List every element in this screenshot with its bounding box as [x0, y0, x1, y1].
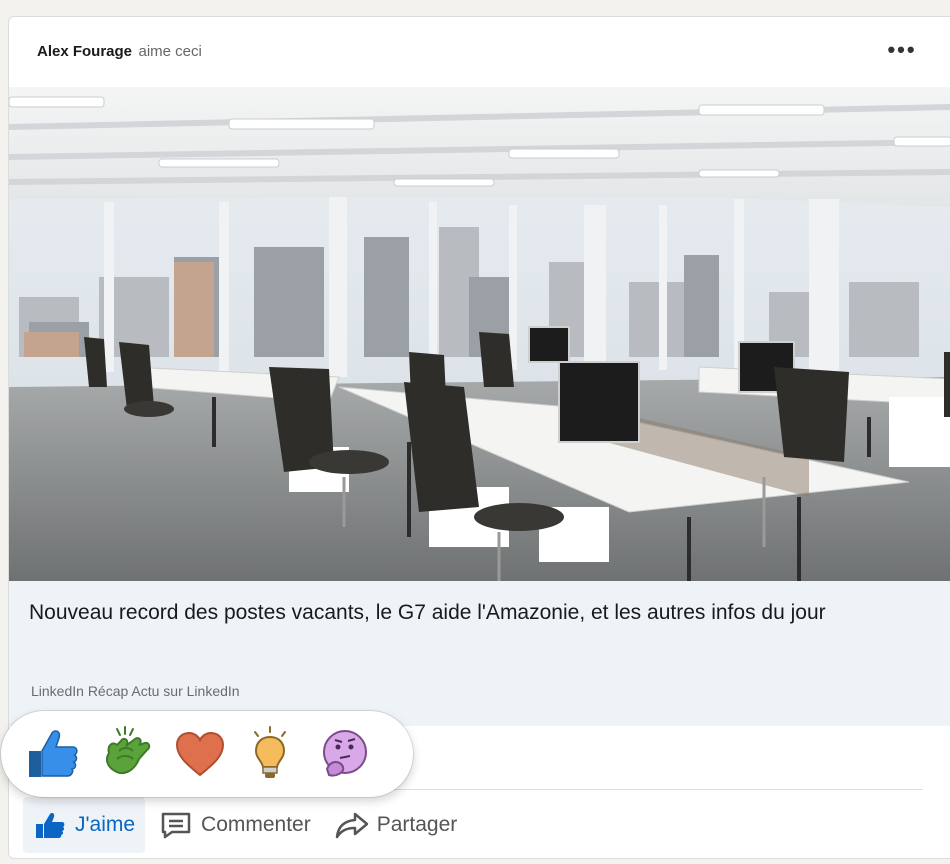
actor-name[interactable]: Alex Fourage: [37, 43, 132, 60]
reaction-curious[interactable]: [315, 725, 373, 783]
actor-verb: aime ceci: [138, 43, 202, 60]
comment-button[interactable]: Commenter: [149, 797, 321, 853]
comment-icon: [159, 810, 193, 840]
reaction-insightful[interactable]: [241, 725, 299, 783]
article-title[interactable]: Nouveau record des postes vacants, le G7…: [29, 597, 909, 628]
like-label: J'aime: [75, 813, 136, 836]
social-context: Alex Fourage aime ceci: [37, 43, 202, 61]
reaction-love[interactable]: [171, 725, 229, 783]
more-options-button[interactable]: •••: [877, 35, 927, 69]
article-preview[interactable]: Nouveau record des postes vacants, le G7…: [9, 581, 950, 726]
thinking-face-icon: [323, 730, 367, 777]
share-button[interactable]: Partager: [325, 797, 468, 853]
thumbs-up-icon: [33, 810, 67, 840]
article-image[interactable]: [9, 87, 950, 581]
light-bulb-icon: [254, 726, 286, 778]
reaction-like[interactable]: [23, 725, 81, 783]
share-arrow-icon: [335, 810, 369, 840]
article-source: LinkedIn Récap Actu sur LinkedIn: [31, 683, 240, 699]
post-header: Alex Fourage aime ceci •••: [9, 17, 950, 87]
share-label: Partager: [376, 813, 458, 836]
reaction-celebrate[interactable]: [99, 725, 157, 783]
social-actions-bar: J'aime Commenter Partager: [23, 797, 467, 853]
like-button[interactable]: J'aime: [23, 797, 146, 853]
clapping-hands-icon: [106, 726, 151, 775]
comment-label: Commenter: [201, 813, 311, 836]
reactions-menu: [1, 711, 413, 797]
heart-icon: [175, 731, 225, 777]
thumbs-up-icon: [29, 730, 78, 777]
feed-post-card: Alex Fourage aime ceci ••• Nouveau recor…: [1, 16, 950, 859]
